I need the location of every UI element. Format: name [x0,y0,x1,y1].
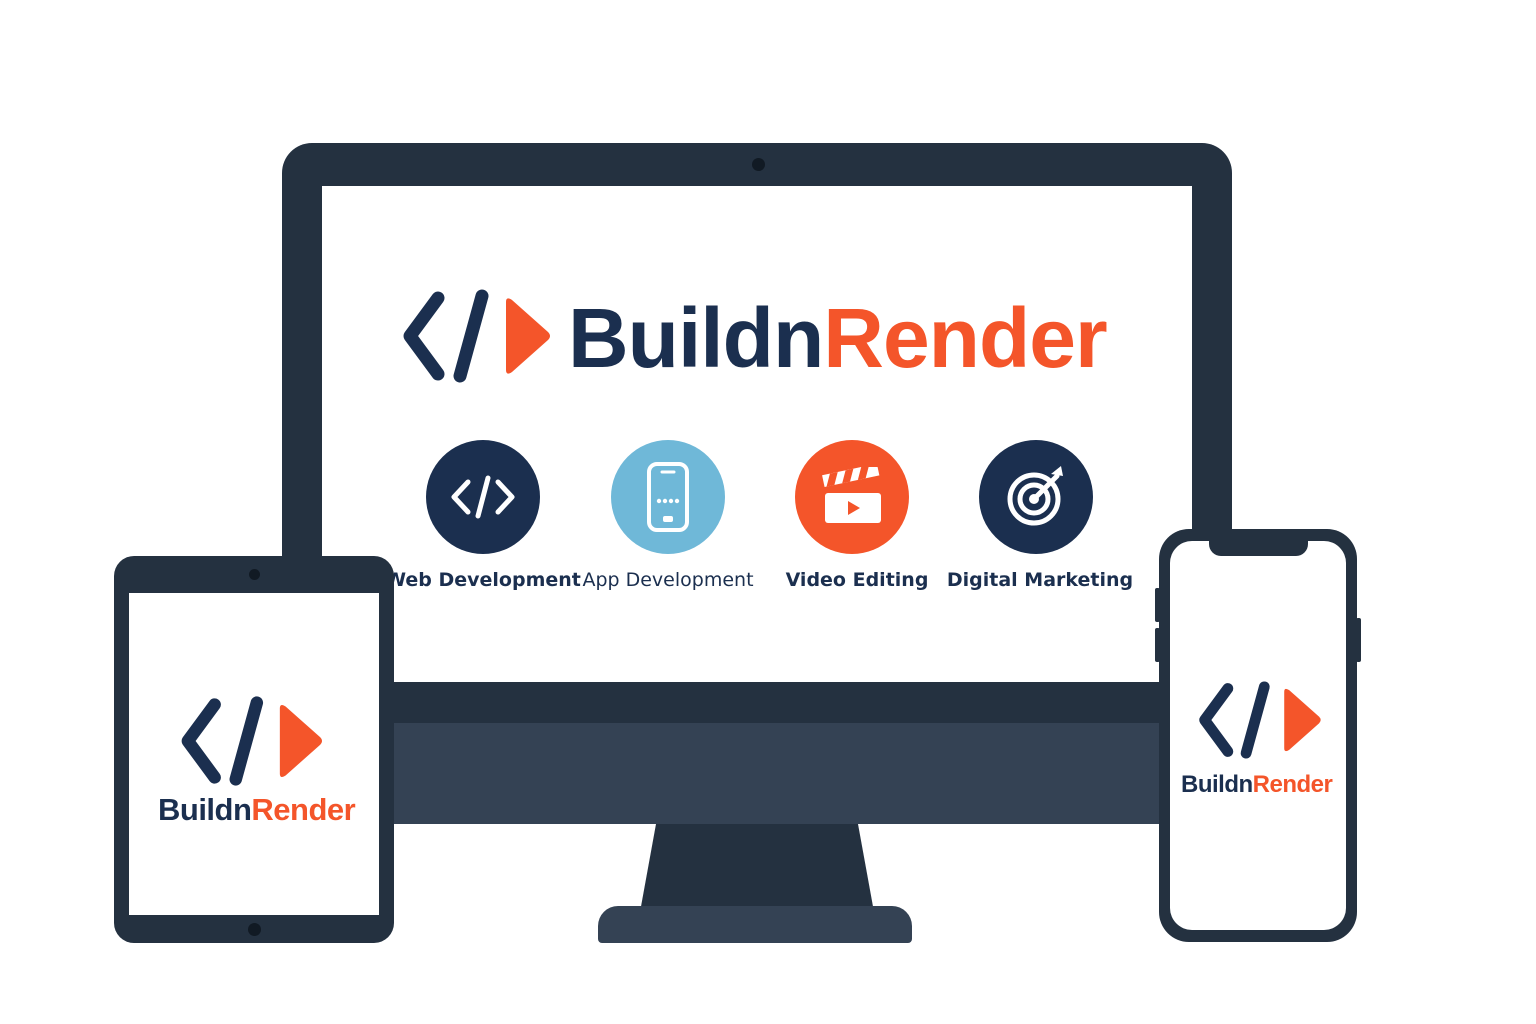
brand-name-part1: Buildn [568,291,824,385]
phone-brand-part1: Buildn [1181,771,1253,798]
service-label-web-development: Web Development [385,569,581,591]
monitor-stand [640,824,874,912]
service-label-video-editing: Video Editing [785,569,929,591]
phone-brand-name: BuildnRender [1181,770,1351,800]
phone-notch [1209,541,1308,556]
brand-name-part2: Render [823,291,1107,385]
app-development-service[interactable] [611,440,725,554]
tablet-home-button[interactable] [248,923,261,936]
web-development-service[interactable] [426,440,540,554]
brand-name: BuildnRender [568,291,1108,385]
clapperboard-icon [822,467,881,523]
brand-logo-icon [403,289,550,383]
tablet-brand-part2: Render [251,792,356,827]
video-editing-service[interactable] [795,440,909,554]
monitor-camera [752,158,765,171]
phone-brand-logo-icon [1199,681,1321,759]
tablet-brand-name: BuildnRender [158,792,358,828]
tablet-brand-part1: Buildn [158,792,252,827]
smartphone-icon [647,462,689,532]
monitor-screen [322,186,1192,682]
code-icon [451,475,515,519]
monitor-base [598,906,912,943]
tablet-brand-logo-icon [181,696,322,786]
service-label-digital-marketing: Digital Marketing [946,569,1134,591]
monitor-chin [282,723,1232,824]
target-icon [1007,466,1063,526]
phone-brand-part2: Render [1252,771,1333,798]
tablet-camera [249,569,260,580]
service-label-app-development: App Development [582,569,754,591]
digital-marketing-service[interactable] [979,440,1093,554]
